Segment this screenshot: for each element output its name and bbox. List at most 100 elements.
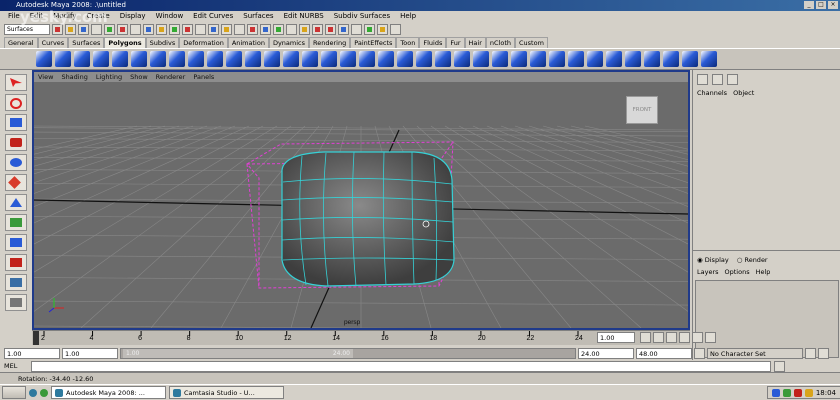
shelf-tab-fluids[interactable]: Fluids: [419, 37, 447, 48]
animation-end-field[interactable]: 48.00: [636, 347, 692, 359]
mask-dynamics-icon[interactable]: [195, 23, 206, 35]
shelf-tab-polygons[interactable]: Polygons: [104, 37, 146, 48]
shelf-tab-curves[interactable]: Curves: [37, 37, 69, 48]
polygon-tool-icon[interactable]: [682, 51, 698, 67]
shelf-tab-custom[interactable]: Custom: [515, 37, 548, 48]
viewport-menu-show[interactable]: Show: [130, 72, 148, 82]
object-menu[interactable]: Object: [733, 89, 754, 97]
layers-menu[interactable]: Layers: [697, 268, 719, 276]
render-frame-icon[interactable]: [312, 23, 323, 35]
viewport-menu-renderer[interactable]: Renderer: [156, 72, 186, 82]
rotate-tool-icon[interactable]: [5, 154, 27, 171]
character-set-menu[interactable]: No Character Set: [707, 347, 803, 359]
viewport-menu-view[interactable]: View: [38, 72, 53, 82]
polygon-tool-icon[interactable]: [131, 51, 147, 67]
tray-network-icon[interactable]: [771, 388, 780, 397]
history-icon[interactable]: [299, 23, 310, 35]
show-manipulator-icon[interactable]: [5, 214, 27, 231]
polygon-tool-icon[interactable]: [416, 51, 432, 67]
script-editor-icon[interactable]: [774, 360, 785, 372]
polygon-tool-icon[interactable]: [93, 51, 109, 67]
current-time-marker[interactable]: [33, 331, 39, 345]
auto-key-icon[interactable]: [805, 347, 816, 359]
polygon-tool-icon[interactable]: [283, 51, 299, 67]
shelf-tab-hair[interactable]: Hair: [464, 37, 486, 48]
ipr-render-icon[interactable]: [325, 23, 336, 35]
perspective-viewport[interactable]: View Shading Lighting Show Renderer Panels: [32, 70, 690, 330]
lock-selection-icon[interactable]: [234, 23, 245, 35]
range-slider-handle[interactable]: 1.00 24.00: [123, 348, 353, 358]
shelf-tab-deformation[interactable]: Deformation: [179, 37, 228, 48]
polygon-tool-icon[interactable]: [302, 51, 318, 67]
polygon-tool-icon[interactable]: [112, 51, 128, 67]
polygon-tool-icon[interactable]: [359, 51, 375, 67]
layers-editor-icon[interactable]: [727, 74, 738, 85]
snap-curve-icon[interactable]: [260, 23, 271, 35]
mask-deformations-icon[interactable]: [182, 23, 193, 35]
polygon-tool-icon[interactable]: [511, 51, 527, 67]
polygon-tool-icon[interactable]: [663, 51, 679, 67]
tray-antivirus-icon[interactable]: [793, 388, 802, 397]
taskbar-item-maya[interactable]: Autodesk Maya 2008: ...: [51, 386, 166, 399]
playback-start-field[interactable]: 1.00: [62, 347, 118, 359]
polygon-tool-icon[interactable]: [226, 51, 242, 67]
menu-surfaces[interactable]: Surfaces: [243, 11, 273, 22]
menu-edit-curves[interactable]: Edit Curves: [193, 11, 233, 22]
go-to-end-icon[interactable]: [705, 332, 716, 343]
polygon-tool-icon[interactable]: [568, 51, 584, 67]
show-tool-settings-icon[interactable]: [390, 23, 401, 35]
channels-menu[interactable]: Channels: [697, 89, 727, 97]
select-tool-icon[interactable]: [5, 74, 27, 91]
animation-start-field[interactable]: 1.00: [4, 347, 60, 359]
attribute-editor-icon[interactable]: [712, 74, 723, 85]
shelf-tab-painteffects[interactable]: PaintEffects: [350, 37, 397, 48]
polygon-tool-icon[interactable]: [587, 51, 603, 67]
polygon-tool-icon[interactable]: [397, 51, 413, 67]
menu-help[interactable]: Help: [400, 11, 416, 22]
polygon-tool-icon[interactable]: [169, 51, 185, 67]
paint-select-tool-icon[interactable]: [5, 114, 27, 131]
time-slider[interactable]: 2 4 6 8 10 12 14 16 18 20 22 24: [32, 330, 690, 345]
display-radio[interactable]: ◉ Display: [697, 256, 729, 264]
menu-window[interactable]: Window: [156, 11, 184, 22]
polygon-tool-icon[interactable]: [644, 51, 660, 67]
polygon-tool-icon[interactable]: [36, 51, 52, 67]
playback-end-field[interactable]: 24.00: [578, 347, 634, 359]
polygon-tool-icon[interactable]: [435, 51, 451, 67]
render-settings-icon[interactable]: [338, 23, 349, 35]
play-forward-icon[interactable]: [679, 332, 690, 343]
shelf-tab-fur[interactable]: Fur: [446, 37, 465, 48]
view-cube[interactable]: FRONT: [626, 96, 658, 124]
channel-box-icon[interactable]: [697, 74, 708, 85]
rounded-cube-mesh[interactable]: [281, 151, 455, 287]
polygon-tool-icon[interactable]: [150, 51, 166, 67]
shelf-tab-dynamics[interactable]: Dynamics: [268, 37, 310, 48]
polygon-tool-icon[interactable]: [74, 51, 90, 67]
command-input[interactable]: [31, 360, 771, 372]
viewport-menu-panels[interactable]: Panels: [193, 72, 214, 82]
command-language-label[interactable]: MEL: [4, 362, 28, 370]
viewport-menu-shading[interactable]: Shading: [61, 72, 87, 82]
mask-curves-icon[interactable]: [156, 23, 167, 35]
polygon-tool-icon[interactable]: [625, 51, 641, 67]
polygon-tool-icon[interactable]: [549, 51, 565, 67]
polygon-tool-icon[interactable]: [340, 51, 356, 67]
tray-app-icon[interactable]: [782, 388, 791, 397]
tray-volume-icon[interactable]: [804, 388, 813, 397]
mask-joints-icon[interactable]: [143, 23, 154, 35]
play-backward-icon[interactable]: [666, 332, 677, 343]
polygon-tool-icon[interactable]: [473, 51, 489, 67]
polygon-tool-icon[interactable]: [606, 51, 622, 67]
scale-tool-icon[interactable]: [5, 174, 27, 191]
current-frame-field[interactable]: 1.00: [597, 332, 635, 343]
polygon-tool-icon[interactable]: [264, 51, 280, 67]
mask-handles-icon[interactable]: [130, 23, 141, 35]
quick-launch-icon[interactable]: [40, 388, 48, 397]
menu-display[interactable]: Display: [120, 11, 146, 22]
move-tool-icon[interactable]: [5, 134, 27, 151]
polygon-tool-icon[interactable]: [492, 51, 508, 67]
polygon-tool-icon[interactable]: [454, 51, 470, 67]
shelf-tab-rendering[interactable]: Rendering: [309, 37, 351, 48]
go-to-start-icon[interactable]: [640, 332, 651, 343]
maximize-button[interactable]: □: [816, 1, 826, 9]
